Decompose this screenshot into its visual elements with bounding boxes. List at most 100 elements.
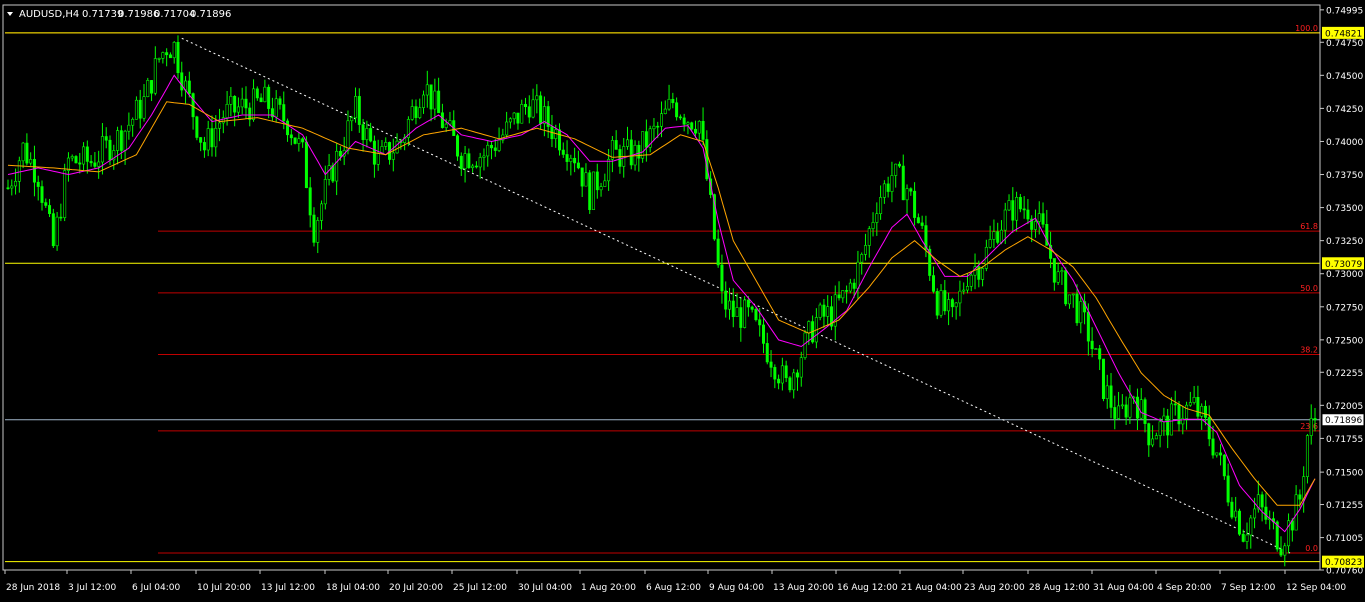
time-tick-label: 3 Jul 12:00 <box>68 583 117 593</box>
candle-body <box>573 157 577 164</box>
candle-body <box>1185 404 1189 419</box>
candle-body <box>418 107 422 118</box>
candle-body <box>70 156 74 159</box>
candle-body <box>675 102 679 118</box>
price-tick-label: 0.73000 <box>1326 270 1363 280</box>
chart-canvas[interactable]: 100.061.850.038.223.60.0 0.749950.747500… <box>0 0 1365 598</box>
candle-body <box>357 96 361 125</box>
candle-body <box>1166 415 1170 436</box>
candle-body <box>297 138 301 144</box>
fib-level-label: 50.0 <box>1300 284 1318 293</box>
candle-body <box>131 118 135 126</box>
candle-body <box>667 98 671 110</box>
candle-body <box>592 171 596 210</box>
price-tick-label: 0.72005 <box>1326 402 1363 412</box>
candle-body <box>901 165 905 201</box>
candle-body <box>867 228 871 246</box>
candle-body <box>784 365 788 379</box>
candle-body <box>531 99 535 118</box>
candle-body <box>716 238 720 266</box>
candle-body <box>837 294 841 299</box>
candle-body <box>916 217 920 224</box>
candle-body <box>701 120 705 140</box>
time-tick-label: 31 Aug 04:00 <box>1093 583 1154 593</box>
candle-body <box>765 343 769 363</box>
candle-body <box>1188 402 1192 406</box>
candle-body <box>59 216 63 219</box>
price-chart[interactable]: 100.0 61.8 50.0 38.2 23.6 0.0 0.74995 0.74750 0… <box>0 0 1365 598</box>
candle-body <box>1090 340 1094 350</box>
candle-body <box>769 361 773 368</box>
candle-body <box>150 80 154 94</box>
candle-body <box>879 197 883 215</box>
candle-body <box>100 136 104 163</box>
candle-body <box>671 98 675 104</box>
candle-body <box>308 187 312 216</box>
candle-body <box>138 99 142 119</box>
price-badge-label: 0.74821 <box>1325 29 1362 39</box>
candle-body <box>304 141 308 189</box>
time-tick-label: 13 Jul 12:00 <box>261 583 315 593</box>
candle-body <box>395 140 399 154</box>
time-tick-label: 12 Sep 04:00 <box>1286 583 1346 593</box>
candle-body <box>799 357 803 378</box>
candle-body <box>108 139 112 161</box>
candle-body <box>240 98 244 108</box>
candle-body <box>433 90 437 110</box>
price-badge-label: 0.73079 <box>1325 260 1362 270</box>
candle-body <box>274 98 278 118</box>
candle-body <box>1230 501 1234 518</box>
candle-body <box>871 222 875 229</box>
candle-body <box>720 264 724 292</box>
candle-body <box>493 147 497 151</box>
time-tick-label: 30 Jul 04:00 <box>518 583 572 593</box>
candle-body <box>165 52 169 56</box>
time-tick-label: 16 Aug 12:00 <box>837 583 898 593</box>
candle-body <box>40 186 44 203</box>
candle-body <box>1260 494 1264 508</box>
candle-body <box>1007 200 1011 211</box>
candle-body <box>89 161 93 164</box>
candle-body <box>1226 475 1230 503</box>
candle-body <box>429 84 433 110</box>
candle-body <box>576 162 580 169</box>
candle-body <box>1234 510 1238 518</box>
candle-body <box>599 186 603 191</box>
candle-body <box>478 157 482 168</box>
candle-body <box>641 131 645 159</box>
candle-body <box>1015 197 1019 221</box>
candle-body <box>1151 438 1155 446</box>
candle-body <box>584 172 588 187</box>
candle-body <box>750 306 754 310</box>
candle-body <box>803 332 807 358</box>
candle-body <box>905 188 909 201</box>
candle-body <box>1147 423 1151 446</box>
candle-body <box>1162 415 1166 423</box>
candle-body <box>32 159 36 183</box>
candle-body <box>1294 494 1298 531</box>
candle-body <box>1241 533 1245 542</box>
candle-body <box>939 290 943 316</box>
candle-body <box>962 289 966 292</box>
candle-body <box>754 309 758 321</box>
price-tick-label: 0.72255 <box>1326 369 1363 379</box>
candle-body <box>168 54 172 59</box>
time-tick-label: 6 Aug 12:00 <box>646 583 701 593</box>
candle-body <box>172 41 176 59</box>
fib-level-label: 61.8 <box>1300 222 1318 231</box>
candle-body <box>422 94 426 108</box>
candle-body <box>119 130 123 151</box>
candle-body <box>1222 454 1226 477</box>
candle-body <box>1113 407 1117 419</box>
candle-body <box>195 116 199 138</box>
candle-body <box>588 172 592 210</box>
candle-body <box>214 127 218 148</box>
candle-body <box>743 299 747 328</box>
header-symbol: AUDUSD,H4 <box>19 9 79 20</box>
candle-body <box>263 86 267 103</box>
candle-body <box>569 157 573 162</box>
candle-body <box>6 187 10 190</box>
candle-body <box>391 152 395 160</box>
candle-body <box>512 112 516 120</box>
candle-body <box>697 120 701 134</box>
